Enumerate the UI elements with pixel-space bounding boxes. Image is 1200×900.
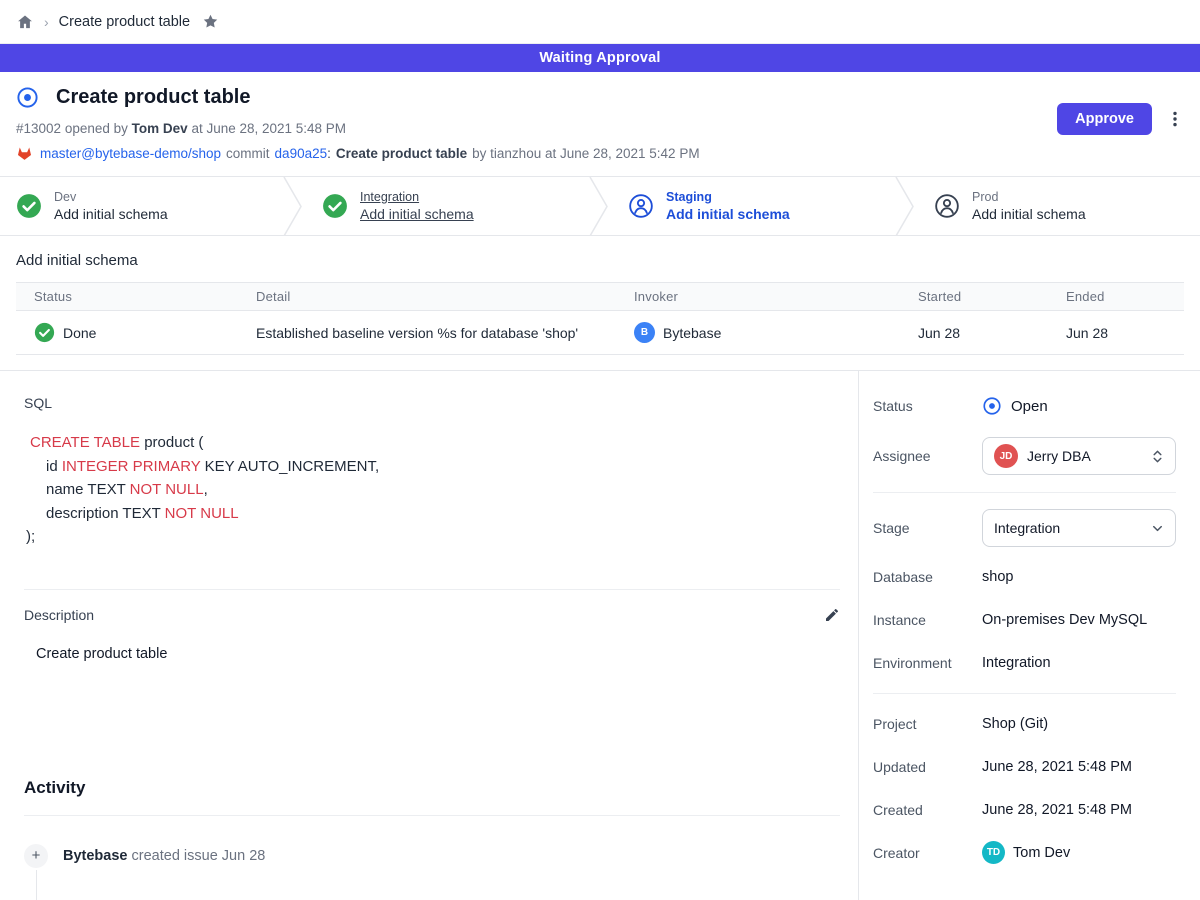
col-detail: Detail bbox=[248, 283, 626, 311]
task-ended: Jun 28 bbox=[1058, 311, 1184, 355]
assignee-label: Assignee bbox=[873, 448, 982, 464]
commit-info: master@bytebase-demo/shop commit da90a25… bbox=[16, 145, 1184, 162]
issue-header: Create product table #13002 opened by To… bbox=[0, 72, 1200, 177]
waiting-approval-banner: Waiting Approval bbox=[0, 44, 1200, 72]
stage-staging[interactable]: Staging Add initial schema bbox=[612, 177, 894, 235]
status-value: Open bbox=[982, 396, 1176, 416]
assignee-name: Jerry DBA bbox=[1027, 448, 1141, 464]
col-ended: Ended bbox=[1058, 283, 1184, 311]
commit-message: Create product table bbox=[336, 146, 467, 161]
status-label: Status bbox=[873, 398, 982, 414]
description-text: Create product table bbox=[24, 646, 840, 662]
stage-separator bbox=[282, 177, 306, 235]
activity-action: created issue Jun 28 bbox=[132, 848, 266, 864]
task-section: Add initial schema Status Detail Invoker… bbox=[0, 236, 1200, 370]
banner-text: Waiting Approval bbox=[539, 50, 660, 66]
task-table: Status Detail Invoker Started Ended Done… bbox=[16, 282, 1184, 355]
stage-env-label: Dev bbox=[54, 189, 168, 205]
stage-prod[interactable]: Prod Add initial schema bbox=[918, 177, 1200, 235]
stage-separator bbox=[894, 177, 918, 235]
creator-avatar: TD bbox=[982, 841, 1005, 864]
environment-value: Integration bbox=[982, 655, 1176, 671]
task-status: Done bbox=[63, 325, 96, 341]
commit-byline: by tianzhou at June 28, 2021 5:42 PM bbox=[472, 146, 699, 161]
created-label: Created bbox=[873, 802, 982, 818]
instance-label: Instance bbox=[873, 612, 982, 628]
updated-value: June 28, 2021 5:48 PM bbox=[982, 759, 1176, 775]
breadcrumb-chevron-icon: › bbox=[44, 14, 49, 30]
stage-select[interactable]: Integration bbox=[982, 509, 1176, 547]
person-circle-icon bbox=[628, 193, 654, 219]
gitlab-icon bbox=[16, 145, 33, 162]
plus-icon: + bbox=[24, 844, 48, 868]
stage-env-label: Integration bbox=[360, 189, 474, 205]
check-circle-icon bbox=[16, 193, 42, 219]
content-area: SQL CREATE TABLE product ( id INTEGER PR… bbox=[0, 370, 1200, 900]
unfold-icon bbox=[1150, 449, 1165, 464]
database-label: Database bbox=[873, 569, 982, 585]
activity-item: + Bytebase created issue Jun 28 bbox=[24, 844, 840, 868]
table-row: Done Established baseline version %s for… bbox=[16, 311, 1184, 355]
chevron-down-icon bbox=[1150, 521, 1165, 536]
approve-button[interactable]: Approve bbox=[1057, 103, 1152, 135]
more-options-icon[interactable] bbox=[1166, 110, 1184, 128]
open-status-icon bbox=[982, 396, 1002, 416]
favorite-star-icon[interactable] bbox=[202, 13, 219, 30]
task-detail: Established baseline version %s for data… bbox=[248, 311, 626, 355]
stage-dev[interactable]: Dev Add initial schema bbox=[0, 177, 282, 235]
creator-label: Creator bbox=[873, 845, 982, 861]
database-value: shop bbox=[982, 569, 1176, 585]
col-status: Status bbox=[16, 283, 248, 311]
stage-label: Stage bbox=[873, 520, 982, 536]
instance-value: On-premises Dev MySQL bbox=[982, 612, 1176, 628]
activity-title: Activity bbox=[24, 778, 840, 798]
main-column: SQL CREATE TABLE product ( id INTEGER PR… bbox=[0, 371, 859, 900]
bytebase-issue-page: › Create product table Waiting Approval … bbox=[0, 0, 1200, 900]
issue-title: Create product table bbox=[56, 86, 250, 109]
project-label: Project bbox=[873, 716, 982, 732]
commit-hash-link[interactable]: da90a25 bbox=[275, 146, 328, 161]
person-circle-icon bbox=[934, 193, 960, 219]
assignee-select[interactable]: JD Jerry DBA bbox=[982, 437, 1176, 475]
assignee-avatar: JD bbox=[994, 444, 1018, 468]
stage-task-label: Add initial schema bbox=[54, 205, 168, 224]
environment-label: Environment bbox=[873, 655, 982, 671]
issue-meta: #13002 opened by Tom Dev at June 28, 202… bbox=[16, 121, 1184, 136]
stage-separator bbox=[588, 177, 612, 235]
done-check-icon bbox=[34, 322, 55, 343]
stage-task-label: Add initial schema bbox=[972, 205, 1086, 224]
issue-id: #13002 bbox=[16, 121, 61, 136]
pipeline-stages: Dev Add initial schema Integration Add i… bbox=[0, 177, 1200, 236]
stage-task-label: Add initial schema bbox=[666, 205, 790, 224]
activity-actor: Bytebase bbox=[63, 848, 127, 864]
created-value: June 28, 2021 5:48 PM bbox=[982, 802, 1176, 818]
branch-repo-link[interactable]: master@bytebase-demo/shop bbox=[40, 146, 221, 161]
check-circle-icon bbox=[322, 193, 348, 219]
invoker-name: Bytebase bbox=[663, 325, 721, 341]
home-icon[interactable] bbox=[16, 13, 34, 31]
breadcrumb: › Create product table bbox=[0, 0, 1200, 44]
description-label: Description bbox=[24, 607, 94, 623]
stage-integration[interactable]: Integration Add initial schema bbox=[306, 177, 588, 235]
sql-label: SQL bbox=[24, 395, 840, 411]
edit-pencil-icon[interactable] bbox=[824, 607, 840, 623]
sql-code-block: CREATE TABLE product ( id INTEGER PRIMAR… bbox=[24, 431, 840, 549]
col-invoker: Invoker bbox=[626, 283, 910, 311]
project-value: Shop (Git) bbox=[982, 716, 1176, 732]
issue-open-status-icon bbox=[16, 86, 39, 109]
creator-name: Tom Dev bbox=[1013, 845, 1070, 861]
issue-author: Tom Dev bbox=[132, 121, 188, 136]
col-started: Started bbox=[910, 283, 1058, 311]
task-section-title: Add initial schema bbox=[16, 252, 1184, 269]
updated-label: Updated bbox=[873, 759, 982, 775]
stage-env-label: Prod bbox=[972, 189, 1086, 205]
stage-task-label: Add initial schema bbox=[360, 205, 474, 224]
stage-env-label: Staging bbox=[666, 189, 790, 205]
invoker-avatar: B bbox=[634, 322, 655, 343]
task-started: Jun 28 bbox=[910, 311, 1058, 355]
breadcrumb-page-title[interactable]: Create product table bbox=[59, 14, 190, 30]
issue-sidebar: Status Open Assignee JD Jerry DBA Stage bbox=[859, 371, 1200, 900]
stage-value: Integration bbox=[994, 520, 1141, 536]
